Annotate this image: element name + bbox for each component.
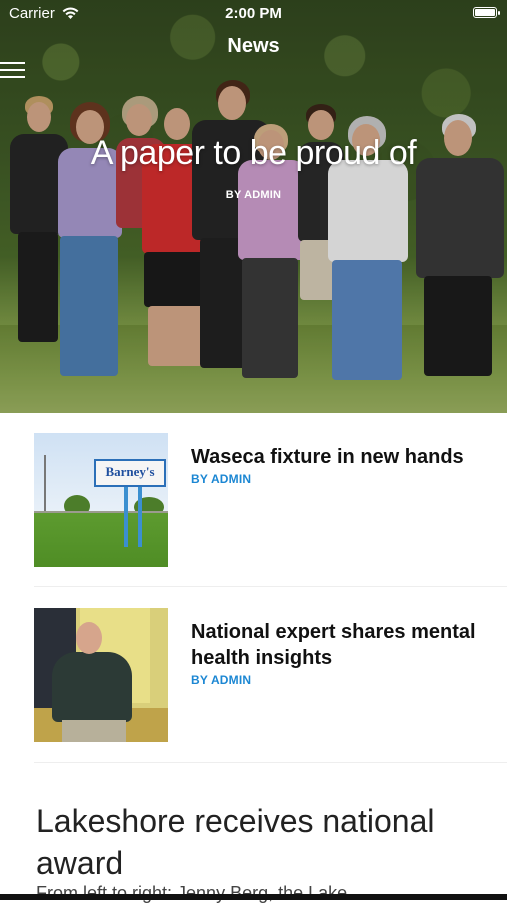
hamburger-menu-icon[interactable] [0, 60, 28, 82]
feature-article-title[interactable]: Lakeshore receives national award [36, 800, 476, 884]
barneys-sign: Barney's [94, 459, 166, 487]
article-thumbnail [34, 608, 168, 742]
hero-scrim [0, 0, 507, 413]
nav-title: News [227, 35, 280, 57]
article-author: BY ADMIN [191, 472, 252, 486]
article-author: BY ADMIN [191, 673, 252, 687]
hero-article[interactable]: A paper to be proud of BY ADMIN [0, 0, 507, 413]
list-divider [34, 586, 507, 587]
article-title[interactable]: Waseca fixture in new hands [191, 444, 491, 470]
list-divider [34, 762, 507, 763]
bottom-bar [0, 894, 507, 900]
list-item[interactable]: National expert shares mental health ins… [34, 608, 507, 743]
status-time: 2:00 PM [225, 5, 282, 22]
article-title[interactable]: National expert shares mental health ins… [191, 619, 491, 671]
article-thumbnail: Barney's [34, 433, 168, 567]
hero-author: BY ADMIN [225, 189, 282, 201]
list-item[interactable]: Barney's Waseca fixture in new hands BY … [34, 433, 507, 568]
hero-headline[interactable]: A paper to be proud of [0, 134, 507, 173]
status-bar: Carrier 2:00 PM [0, 0, 507, 28]
battery-icon [473, 7, 500, 18]
